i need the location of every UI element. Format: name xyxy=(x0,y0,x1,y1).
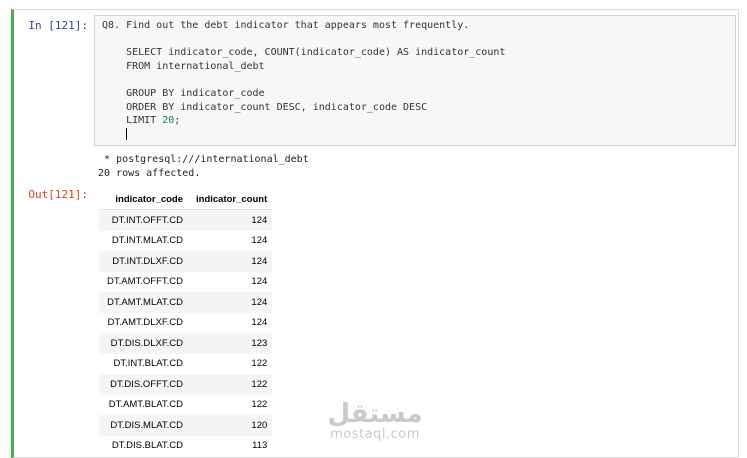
table-cell: DT.DIS.DLXF.CD xyxy=(110,337,183,349)
mostaql-watermark: مستقل mostaql.com xyxy=(325,400,425,442)
code-line: SELECT indicator_code, COUNT(indicator_c… xyxy=(102,47,506,59)
table-cell: 124 xyxy=(251,317,268,329)
table-cell: 120 xyxy=(251,419,268,431)
table-cell: DT.INT.BLAT.CD xyxy=(113,358,183,370)
table-cell: 124 xyxy=(251,255,268,267)
code-editor[interactable]: Q8. Find out the debt indicator that app… xyxy=(94,15,736,146)
table-cell: 122 xyxy=(251,378,268,390)
table-cell: DT.INT.MLAT.CD xyxy=(111,235,183,247)
code-line: ORDER BY indicator_count DESC, indicator… xyxy=(102,101,428,113)
table-cell: 123 xyxy=(251,337,268,349)
table-cell: DT.INT.OFFT.CD xyxy=(111,214,183,226)
table-row: DT.AMT.MLAT.CD 124 xyxy=(99,292,273,313)
code-line: GROUP BY indicator_code xyxy=(102,87,265,99)
table-row: DT.AMT.DLXF.CD 124 xyxy=(99,313,272,334)
table-cell: DT.DIS.BLAT.CD xyxy=(111,440,183,452)
table-cell: 113 xyxy=(252,440,268,452)
code-line: FROM international_debt xyxy=(102,60,265,72)
column-header: indicator_code xyxy=(99,190,188,210)
notebook-cell[interactable]: In [121]: Q8. Find out the debt indicato… xyxy=(11,9,739,458)
table-row: DT.INT.DLXF.CD 124 xyxy=(99,251,273,272)
table-row: DT.DIS.BLAT.CD 113 xyxy=(99,436,272,457)
table-row: DT.INT.MLAT.CD 124 xyxy=(99,231,272,252)
table-row: DT.DIS.OFFT.CD 122 xyxy=(99,374,273,395)
watermark-arabic-text: مستقل xyxy=(327,399,423,429)
table-cell: DT.AMT.MLAT.CD xyxy=(107,296,183,308)
watermark-latin-text: mostaql.com xyxy=(330,427,420,442)
result-table: indicator_code indicator_count DT.INT.OF… xyxy=(99,190,273,457)
table-cell: DT.DIS.MLAT.CD xyxy=(110,419,183,431)
table-row: DT.DIS.MLAT.CD 120 xyxy=(99,415,273,436)
output-prompt: Out[121]: xyxy=(28,188,88,201)
code-keyword: LIMIT xyxy=(102,115,163,127)
code-number: 20 xyxy=(162,115,175,127)
table-header-row: indicator_code indicator_count xyxy=(99,190,273,210)
table-row: DT.INT.OFFT.CD 124 xyxy=(99,209,273,231)
table-cell: DT.INT.DLXF.CD xyxy=(112,255,183,267)
table-row: DT.INT.BLAT.CD 122 xyxy=(99,354,272,375)
table-cell: 124 xyxy=(251,235,268,247)
table-cell: 122 xyxy=(251,399,268,411)
table-cell: DT.DIS.OFFT.CD xyxy=(110,378,183,390)
code-punct: ; xyxy=(174,115,181,127)
table-row: DT.DIS.DLXF.CD 123 xyxy=(99,333,273,354)
code-line: Q8. Find out the debt indicator that app… xyxy=(102,20,470,31)
stdout-line: * postgresql:///international_debt xyxy=(98,154,309,165)
table-row: DT.AMT.OFFT.CD 124 xyxy=(99,272,272,293)
table-row: DT.AMT.BLAT.CD 122 xyxy=(99,395,272,416)
table-cell: 124 xyxy=(251,214,268,226)
input-prompt: In [121]: xyxy=(28,19,88,32)
code-line: LIMIT 20; xyxy=(102,114,735,128)
stdout-output: * postgresql:///international_debt 20 ro… xyxy=(98,153,309,180)
table-cell: DT.AMT.OFFT.CD xyxy=(107,276,183,288)
table-cell: 124 xyxy=(251,296,268,308)
code-line-cursor xyxy=(102,127,735,142)
column-header: indicator_count xyxy=(188,190,273,210)
table-cell: 122 xyxy=(251,358,268,370)
stdout-line: 20 rows affected. xyxy=(98,167,201,179)
table-cell: DT.AMT.BLAT.CD xyxy=(108,399,183,411)
text-cursor xyxy=(126,127,128,140)
table-cell: DT.AMT.DLXF.CD xyxy=(107,317,183,329)
table-cell: 124 xyxy=(251,276,268,288)
